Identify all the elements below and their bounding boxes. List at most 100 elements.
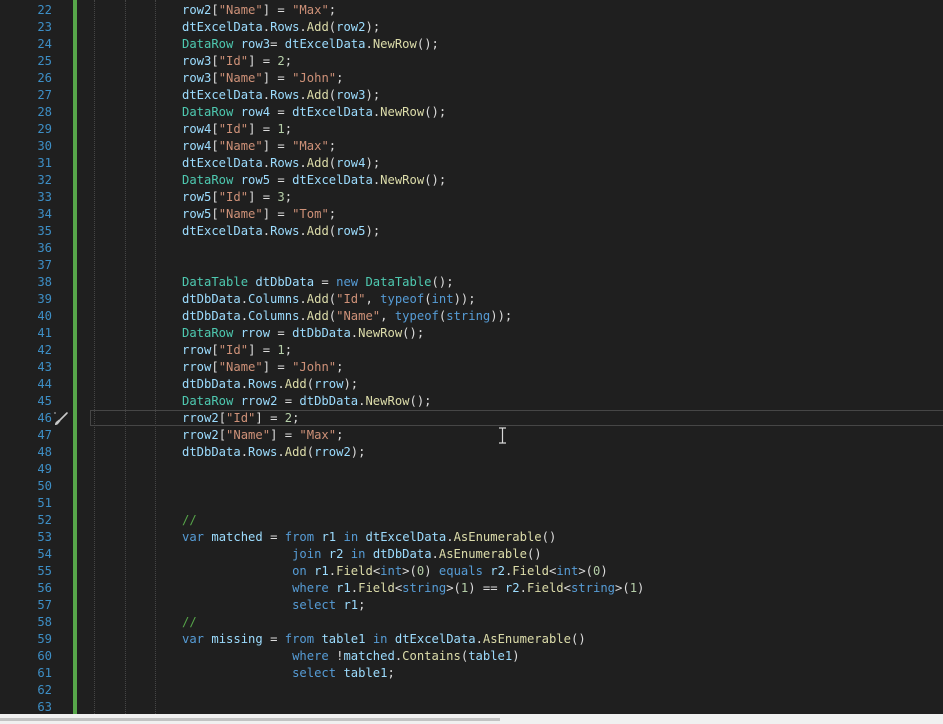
- line-number: 62: [37, 683, 52, 697]
- code-line[interactable]: 26 row3["Name"] = "John";: [0, 70, 943, 87]
- identifier-token: r1: [321, 530, 337, 544]
- line-number: 37: [37, 258, 52, 272]
- string-token: "Max": [292, 139, 329, 153]
- code-line[interactable]: 58 //: [0, 614, 943, 631]
- code-line[interactable]: 62: [0, 682, 943, 699]
- code-line[interactable]: 36: [0, 240, 943, 257]
- identifier-token: r2: [504, 581, 520, 595]
- line-number: 51: [37, 496, 52, 510]
- paintbrush-icon[interactable]: [53, 411, 69, 427]
- method-token: Add: [306, 309, 329, 323]
- code-line[interactable]: 46 rrow2["Id"] = 2;: [0, 410, 943, 427]
- code-line[interactable]: 24 DataRow row3= dtExcelData.NewRow();: [0, 36, 943, 53]
- identifier-token: row5: [240, 173, 271, 187]
- punctuation-token: .: [240, 377, 249, 391]
- punctuation-token: ): [600, 564, 608, 578]
- code-line[interactable]: 32 DataRow row5 = dtExcelData.NewRow();: [0, 172, 943, 189]
- code-line[interactable]: 40 dtDbData.Columns.Add("Name", typeof(st…: [0, 308, 943, 325]
- code-line[interactable]: 49: [0, 461, 943, 478]
- code-line[interactable]: 59 var missing = from table1 in dtExcelDa…: [0, 631, 943, 648]
- code-line[interactable]: 56 where r1.Field<string>(1) == r2.Field…: [0, 580, 943, 597]
- punctuation-token: ] =: [255, 411, 285, 425]
- punctuation-token: [182, 581, 292, 595]
- punctuation-token: [: [211, 54, 219, 68]
- punctuation-token: [358, 530, 365, 544]
- code-text: row3["Id"] = 2;: [182, 53, 292, 70]
- code-line[interactable]: 27 dtExcelData.Rows.Add(row3);: [0, 87, 943, 104]
- code-line[interactable]: 55 on r1.Field<int>(0) equals r2.Field<i…: [0, 563, 943, 580]
- code-line[interactable]: 34 row5["Name"] = "Tom";: [0, 206, 943, 223]
- code-line[interactable]: 38 DataTable dtDbData = new DataTable();: [0, 274, 943, 291]
- line-number: 43: [37, 360, 52, 374]
- line-number: 54: [37, 547, 52, 561]
- code-line[interactable]: 33 row5["Id"] = 3;: [0, 189, 943, 206]
- code-line[interactable]: 39 dtDbData.Columns.Add("Id", typeof(int)…: [0, 291, 943, 308]
- code-line[interactable]: 30 row4["Name"] = "Max";: [0, 138, 943, 155]
- string-token: "Name": [218, 207, 263, 221]
- code-line[interactable]: 45 DataRow rrow2 = dtDbData.NewRow();: [0, 393, 943, 410]
- code-line[interactable]: 22 row2["Name"] = "Max";: [0, 2, 943, 19]
- string-token: "Id": [218, 54, 249, 68]
- code-text: join r2 in dtDbData.AsEnumerable(): [182, 546, 542, 563]
- code-line[interactable]: 43 rrow["Name"] = "John";: [0, 359, 943, 376]
- punctuation-token: );: [365, 20, 381, 34]
- string-token: "Id": [218, 343, 249, 357]
- code-line[interactable]: 31 dtExcelData.Rows.Add(row4);: [0, 155, 943, 172]
- punctuation-token: ;: [292, 411, 300, 425]
- keyword-token: in: [343, 530, 359, 544]
- punctuation-token: [343, 547, 350, 561]
- code-text: row4["Id"] = 1;: [182, 121, 292, 138]
- code-line[interactable]: 41 DataRow rrow = dtDbData.NewRow();: [0, 325, 943, 342]
- number-token: 3: [277, 190, 285, 204]
- scrollbar-thumb[interactable]: [0, 718, 500, 721]
- punctuation-token: >(: [402, 564, 417, 578]
- code-line[interactable]: 35 dtExcelData.Rows.Add(row5);: [0, 223, 943, 240]
- punctuation-token: ): [424, 564, 439, 578]
- identifier-token: row2: [336, 20, 366, 34]
- code-line[interactable]: 57 select r1;: [0, 597, 943, 614]
- string-token: "Id": [226, 411, 256, 425]
- punctuation-token: =: [270, 326, 293, 340]
- punctuation-token: .: [299, 88, 307, 102]
- code-text: DataRow rrow2 = dtDbData.NewRow();: [182, 393, 432, 410]
- code-line[interactable]: 28 DataRow row4 = dtExcelData.NewRow();: [0, 104, 943, 121]
- punctuation-token: [: [211, 360, 219, 374]
- code-line[interactable]: 50: [0, 478, 943, 495]
- code-editor[interactable]: 22 row2["Name"] = "Max"; 23 dtExcelData.Row…: [0, 0, 943, 714]
- line-number: 63: [37, 700, 52, 714]
- punctuation-token: (: [306, 377, 315, 391]
- code-line[interactable]: 51: [0, 495, 943, 512]
- code-line[interactable]: 37: [0, 257, 943, 274]
- code-line[interactable]: 44 dtDbData.Rows.Add(rrow);: [0, 376, 943, 393]
- line-number: 49: [37, 462, 52, 476]
- line-number: 48: [37, 445, 52, 459]
- code-line[interactable]: 47 rrow2["Name"] = "Max";: [0, 427, 943, 444]
- code-line[interactable]: 25 row3["Id"] = 2;: [0, 53, 943, 70]
- line-number: 38: [37, 275, 52, 289]
- punctuation-token: >(: [615, 581, 630, 595]
- code-text: DataRow row5 = dtExcelData.NewRow();: [182, 172, 446, 189]
- code-line[interactable]: 54 join r2 in dtDbData.AsEnumerable(): [0, 546, 943, 563]
- code-line[interactable]: 60 where !matched.Contains(table1): [0, 648, 943, 665]
- punctuation-token: ;: [358, 598, 366, 612]
- keyword-token: typeof: [380, 292, 425, 306]
- code-text: dtDbData.Columns.Add("Id", typeof(int));: [182, 291, 476, 308]
- line-number: 33: [37, 190, 52, 204]
- code-line[interactable]: 52 //: [0, 512, 943, 529]
- keyword-token: from: [284, 632, 315, 646]
- punctuation-token: [: [211, 139, 219, 153]
- string-token: "Name": [218, 3, 263, 17]
- punctuation-token: [: [211, 122, 219, 136]
- identifier-token: dtExcelData: [182, 156, 263, 170]
- code-line[interactable]: 29 row4["Id"] = 1;: [0, 121, 943, 138]
- keyword-token: int: [431, 292, 454, 306]
- code-line[interactable]: 61 select table1;: [0, 665, 943, 682]
- code-line[interactable]: 53 var matched = from r1 in dtExcelData.A…: [0, 529, 943, 546]
- code-line[interactable]: 48 dtDbData.Rows.Add(rrow2);: [0, 444, 943, 461]
- code-line[interactable]: 63: [0, 699, 943, 714]
- punctuation-token: );: [350, 445, 366, 459]
- identifier-token: dtDbData: [182, 445, 241, 459]
- code-line[interactable]: 23 dtExcelData.Rows.Add(row2);: [0, 19, 943, 36]
- code-line[interactable]: 42 rrow["Id"] = 1;: [0, 342, 943, 359]
- code-text: select r1;: [182, 597, 365, 614]
